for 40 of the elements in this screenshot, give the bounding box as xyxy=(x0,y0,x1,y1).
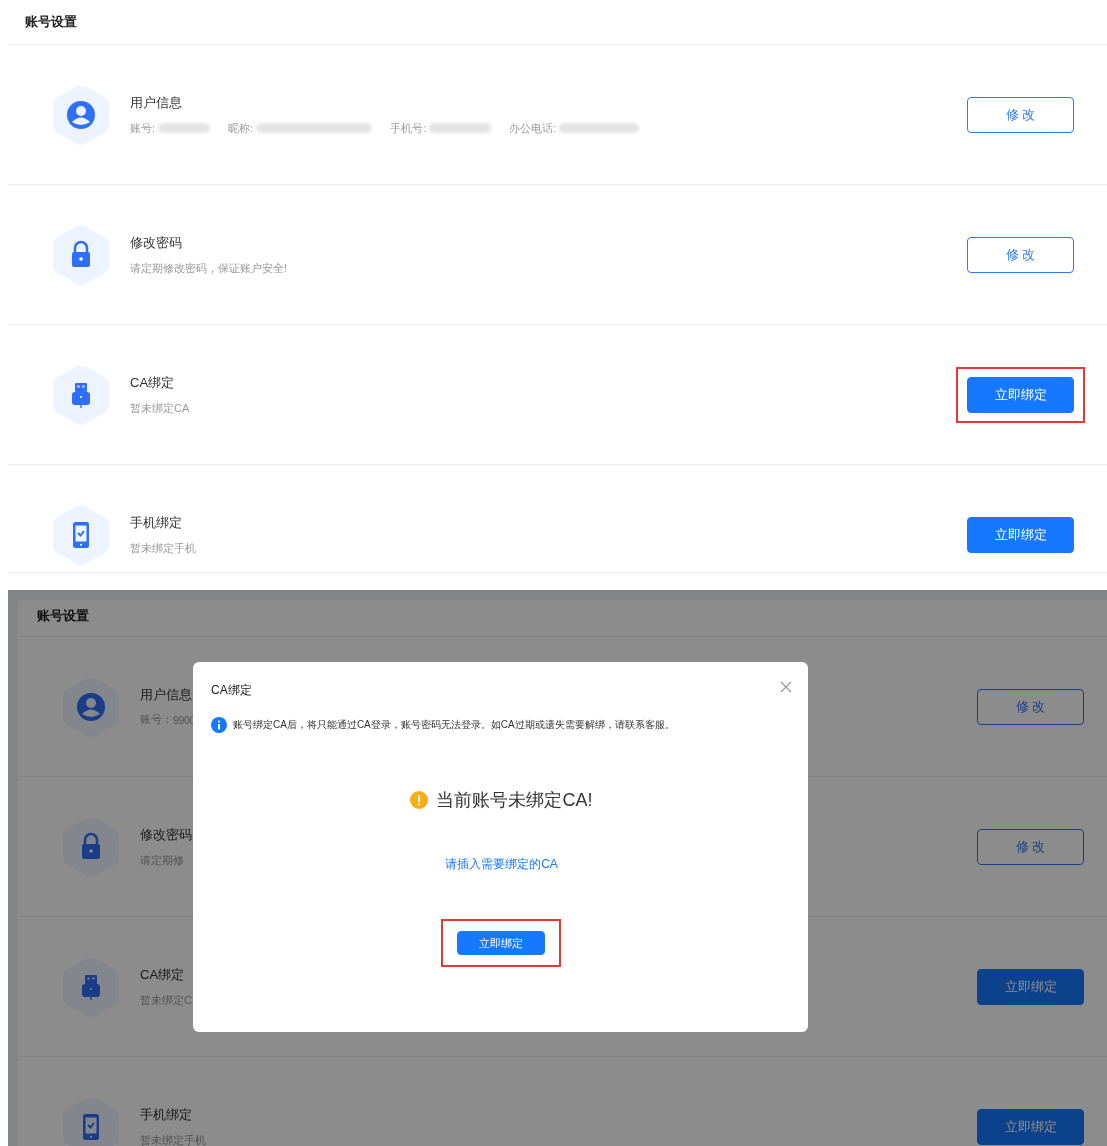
bind-button[interactable]: 立即绑定 xyxy=(967,516,1074,553)
bind-button[interactable]: 立即绑定 xyxy=(977,968,1084,1005)
edit-button[interactable]: 修 改 xyxy=(977,688,1084,725)
section-title: 账号设置 xyxy=(18,600,1107,637)
row-description: 暂未绑定手机 xyxy=(130,540,196,556)
row-title: 手机绑定 xyxy=(140,1105,192,1124)
edit-button[interactable]: 修 改 xyxy=(967,96,1074,133)
lock-icon xyxy=(52,223,110,286)
field-label: 手机号: xyxy=(390,120,427,136)
close-icon[interactable] xyxy=(780,680,792,693)
row-title: CA绑定 xyxy=(130,373,175,392)
field-label: 账号: xyxy=(130,120,156,136)
warning-message: 当前账号未绑定CA! xyxy=(436,789,593,812)
notice-text: 账号绑定CA后，将只能通过CA登录，账号密码无法登录。如CA过期或遗失需要解绑，请联系客服。 xyxy=(233,718,675,732)
lock-icon xyxy=(62,815,120,878)
usb-key-icon xyxy=(62,955,120,1018)
row-description: 请定期修改密码，保证账户安全! xyxy=(130,260,288,276)
row-title: 用户信息 xyxy=(140,686,192,704)
bind-button[interactable]: 立即绑定 xyxy=(977,1108,1084,1145)
row-title: 修改密码 xyxy=(140,825,192,844)
dialog-title: CA绑定 xyxy=(211,682,252,699)
bind-button[interactable]: 立即绑定 xyxy=(967,376,1074,413)
user-icon xyxy=(52,83,110,146)
field-label: 办公电话: xyxy=(509,120,557,136)
edit-button[interactable]: 修 改 xyxy=(967,236,1074,273)
user-icon xyxy=(62,675,120,738)
section-title: 账号设置 xyxy=(8,0,1107,45)
warning-icon xyxy=(410,791,429,809)
row-title: CA绑定 xyxy=(140,965,185,984)
usb-key-icon xyxy=(52,363,110,426)
row-title: 用户信息 xyxy=(130,93,182,112)
row-title: 手机绑定 xyxy=(130,513,182,532)
row-title: 修改密码 xyxy=(130,233,182,252)
edit-button[interactable]: 修 改 xyxy=(977,828,1084,865)
phone-icon xyxy=(52,503,110,566)
bind-button[interactable]: 立即绑定 xyxy=(456,931,545,955)
row-description: 暂未绑定CA xyxy=(130,400,190,416)
field-label: 昵称: xyxy=(228,120,254,136)
info-icon xyxy=(211,717,227,733)
insert-ca-link[interactable]: 请插入需要绑定的CA xyxy=(445,857,558,871)
